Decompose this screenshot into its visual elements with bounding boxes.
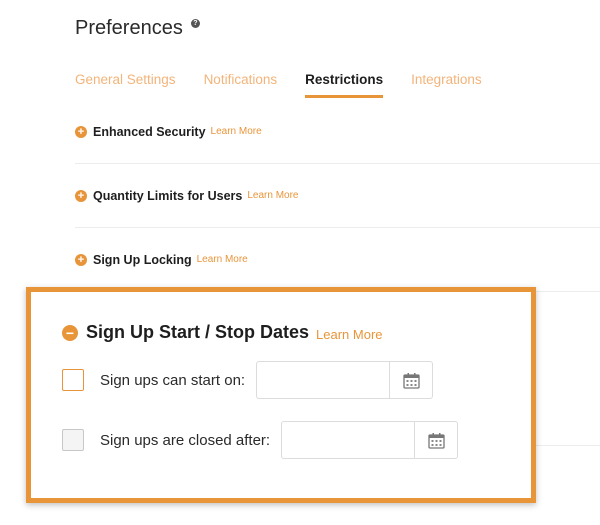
learn-more-link[interactable]: Learn More — [197, 254, 248, 265]
learn-more-link[interactable]: Learn More — [316, 327, 382, 342]
start-date-picker — [256, 361, 434, 399]
background-divider — [530, 445, 600, 446]
closed-date-field[interactable] — [281, 421, 415, 459]
learn-more-link[interactable]: Learn More — [211, 126, 262, 137]
page-title-text: Preferences — [75, 17, 183, 39]
start-date-row: Sign ups can start on: — [62, 361, 434, 399]
start-date-label: Sign ups can start on: — [100, 371, 246, 389]
plus-circle-icon[interactable]: + — [75, 189, 87, 202]
panel-title: Sign Up Start / Stop Dates — [86, 322, 310, 342]
tab-general-settings[interactable]: General Settings — [75, 72, 176, 98]
calendar-icon[interactable] — [389, 361, 434, 399]
learn-more-link[interactable]: Learn More — [247, 190, 298, 201]
section-enhanced-security[interactable]: + Enhanced Security Learn More — [75, 100, 600, 164]
page-title: Preferences ? — [75, 17, 200, 40]
minus-circle-icon[interactable]: − — [62, 324, 78, 341]
plus-circle-icon[interactable]: + — [75, 253, 87, 266]
closed-date-checkbox[interactable] — [62, 429, 84, 451]
help-icon[interactable]: ? — [190, 19, 200, 28]
sign-up-dates-panel: − Sign Up Start / Stop Dates Learn More … — [26, 287, 536, 503]
tab-restrictions[interactable]: Restrictions — [305, 72, 384, 98]
calendar-icon[interactable] — [414, 421, 459, 459]
section-quantity-limits[interactable]: + Quantity Limits for Users Learn More — [75, 164, 600, 228]
start-date-field[interactable] — [256, 361, 390, 399]
closed-date-label: Sign ups are closed after: — [100, 431, 271, 449]
start-date-checkbox[interactable] — [62, 369, 84, 391]
tab-notifications[interactable]: Notifications — [204, 72, 278, 98]
section-sign-up-locking[interactable]: + Sign Up Locking Learn More — [75, 228, 600, 292]
closed-date-row: Sign ups are closed after: — [62, 421, 459, 459]
section-label: Quantity Limits for Users — [93, 188, 243, 203]
tab-integrations[interactable]: Integrations — [411, 72, 482, 98]
closed-date-picker — [281, 421, 459, 459]
section-label: Enhanced Security — [93, 124, 206, 139]
plus-circle-icon[interactable]: + — [75, 125, 87, 138]
section-label: Sign Up Locking — [93, 252, 192, 267]
preferences-tabs: General Settings Notifications Restricti… — [75, 72, 510, 98]
panel-header[interactable]: − Sign Up Start / Stop Dates Learn More — [62, 322, 383, 343]
